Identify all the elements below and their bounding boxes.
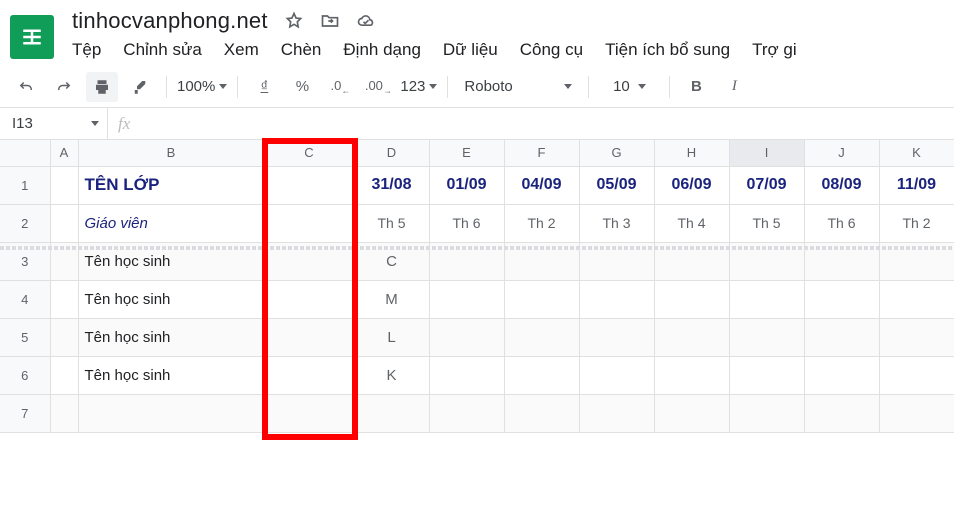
menu-edit[interactable]: Chỉnh sửa	[123, 40, 201, 60]
row-header-6[interactable]: 6	[0, 356, 50, 394]
number-format-dropdown[interactable]: 123	[400, 78, 437, 95]
menu-insert[interactable]: Chèn	[281, 40, 322, 60]
redo-button[interactable]	[48, 72, 80, 102]
row-header-4[interactable]: 4	[0, 280, 50, 318]
row-header-5[interactable]: 5	[0, 318, 50, 356]
caret-down-icon	[91, 121, 99, 126]
move-folder-icon[interactable]	[320, 11, 340, 31]
cell[interactable]: TÊN LỚP	[78, 166, 264, 204]
fx-label: fx	[108, 114, 130, 134]
currency-button[interactable]: ₫	[248, 72, 280, 102]
cell[interactable]: Th 2	[504, 204, 579, 242]
paint-format-button[interactable]	[124, 72, 156, 102]
menu-file[interactable]: Tệp	[72, 40, 101, 60]
cell[interactable]: Tên học sinh	[78, 356, 264, 394]
cell[interactable]: K	[354, 356, 429, 394]
print-button[interactable]	[86, 72, 118, 102]
cell[interactable]: Th 4	[654, 204, 729, 242]
sheets-logo	[10, 15, 54, 59]
cell[interactable]: Tên học sinh	[78, 318, 264, 356]
cell[interactable]: Th 5	[729, 204, 804, 242]
cell[interactable]: 05/09	[579, 166, 654, 204]
undo-button[interactable]	[10, 72, 42, 102]
col-header-F[interactable]: F	[504, 140, 579, 166]
cell[interactable]: Th 3	[579, 204, 654, 242]
cell[interactable]: L	[354, 318, 429, 356]
col-header-K[interactable]: K	[879, 140, 954, 166]
cell[interactable]: 07/09	[729, 166, 804, 204]
doc-title[interactable]: tinhocvanphong.net	[72, 8, 268, 34]
col-header-I[interactable]: I	[729, 140, 804, 166]
menubar: Tệp Chỉnh sửa Xem Chèn Định dạng Dữ liệu…	[72, 34, 797, 66]
col-header-J[interactable]: J	[804, 140, 879, 166]
col-header-D[interactable]: D	[354, 140, 429, 166]
cell[interactable]: 01/09	[429, 166, 504, 204]
name-box[interactable]: I13	[0, 108, 108, 139]
cell[interactable]: Th 5	[354, 204, 429, 242]
cloud-status-icon[interactable]	[356, 11, 376, 31]
menu-tools[interactable]: Công cụ	[520, 40, 583, 60]
col-header-A[interactable]: A	[50, 140, 78, 166]
menu-help[interactable]: Trợ gi	[752, 40, 797, 60]
col-header-E[interactable]: E	[429, 140, 504, 166]
cell[interactable]: 06/09	[654, 166, 729, 204]
row-header-1[interactable]: 1	[0, 166, 50, 204]
cell[interactable]: 31/08	[354, 166, 429, 204]
caret-down-icon	[219, 84, 227, 89]
row-header-7[interactable]: 7	[0, 394, 50, 432]
increase-decimal-button[interactable]: .00→	[362, 72, 394, 102]
menu-data[interactable]: Dữ liệu	[443, 40, 498, 60]
caret-down-icon	[564, 84, 572, 89]
spreadsheet-grid[interactable]: A B C D E F G H I J K 1 TÊN LỚP 31/08 01…	[0, 140, 954, 433]
bold-button[interactable]: B	[680, 72, 712, 102]
cell[interactable]: 08/09	[804, 166, 879, 204]
cell[interactable]: Tên học sinh	[78, 280, 264, 318]
col-header-G[interactable]: G	[579, 140, 654, 166]
menu-addons[interactable]: Tiện ích bổ sung	[605, 40, 730, 60]
menu-view[interactable]: Xem	[224, 40, 259, 60]
cell[interactable]: 11/09	[879, 166, 954, 204]
col-header-C[interactable]: C	[264, 140, 354, 166]
caret-down-icon	[638, 84, 646, 89]
font-size-dropdown[interactable]: 10	[599, 78, 659, 95]
star-icon[interactable]	[284, 11, 304, 31]
menu-format[interactable]: Định dạng	[343, 40, 421, 60]
col-header-B[interactable]: B	[78, 140, 264, 166]
cell[interactable]: 04/09	[504, 166, 579, 204]
select-all-corner[interactable]	[0, 140, 50, 166]
row-header-2[interactable]: 2	[0, 204, 50, 242]
cell[interactable]: Th 2	[879, 204, 954, 242]
frozen-row-divider	[0, 246, 954, 250]
italic-button[interactable]: I	[718, 72, 750, 102]
cell[interactable]: Giáo viên	[78, 204, 264, 242]
col-header-H[interactable]: H	[654, 140, 729, 166]
zoom-dropdown[interactable]: 100%	[177, 78, 227, 95]
cell[interactable]: M	[354, 280, 429, 318]
cell[interactable]: Th 6	[804, 204, 879, 242]
font-dropdown[interactable]: Roboto	[458, 78, 578, 95]
cell[interactable]: Th 6	[429, 204, 504, 242]
percent-button[interactable]: %	[286, 72, 318, 102]
caret-down-icon	[429, 84, 437, 89]
decrease-decimal-button[interactable]: .0←	[324, 72, 356, 102]
